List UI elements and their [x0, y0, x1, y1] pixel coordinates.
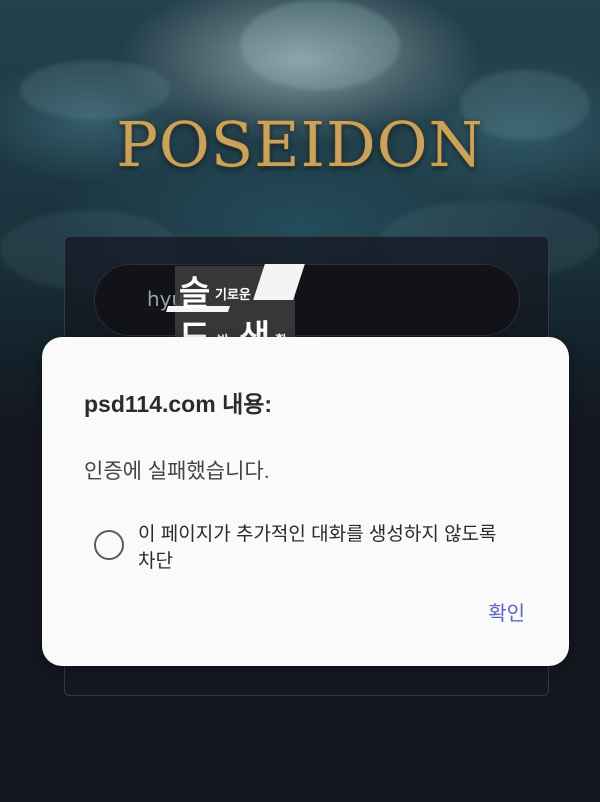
watermark-char: 슬: [179, 274, 211, 314]
id-input[interactable]: hyu: [94, 264, 520, 336]
wave-highlight: [240, 0, 400, 90]
block-dialogs-label[interactable]: 이 페이지가 추가적인 대화를 생성하지 않도록 차단: [138, 521, 518, 575]
block-dialogs-checkbox[interactable]: [94, 530, 124, 560]
watermark-text: 기로운: [215, 288, 251, 303]
dialog-title: psd114.com 내용:: [84, 391, 273, 417]
ok-button[interactable]: 확인: [484, 595, 529, 628]
dialog-message: 인증에 실패했습니다.: [84, 460, 270, 483]
alert-dialog: psd114.com 내용: 인증에 실패했습니다. 이 페이지가 추가적인 대…: [42, 337, 569, 666]
brand-logo: POSEIDON: [116, 108, 484, 181]
